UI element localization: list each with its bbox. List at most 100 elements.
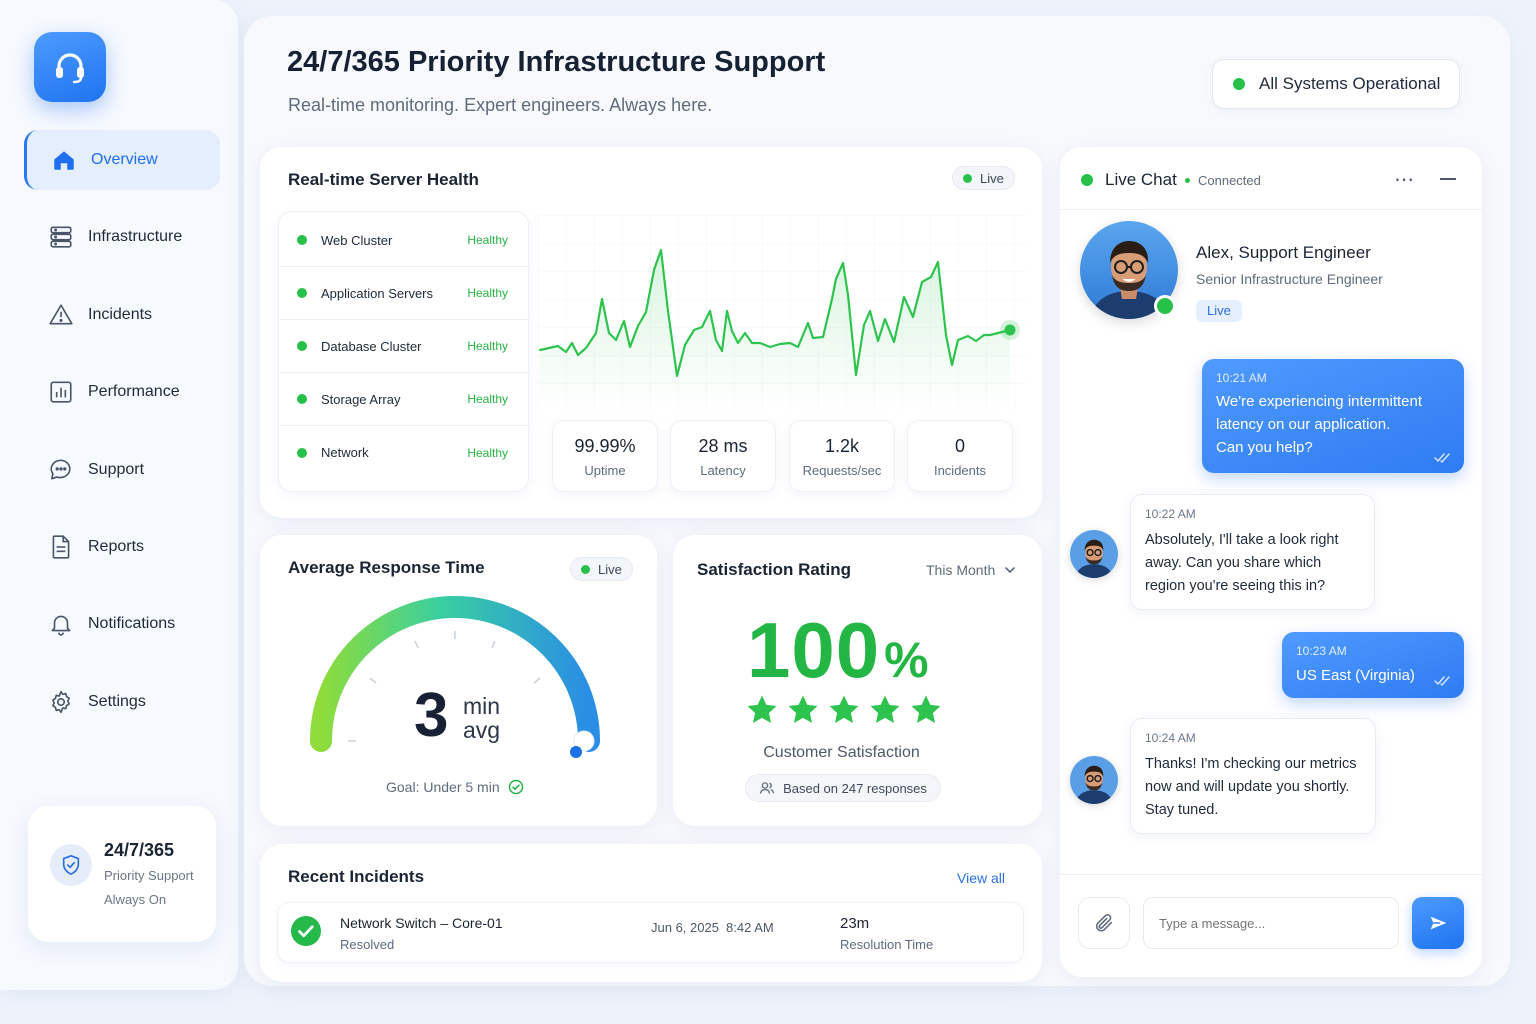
server-health-sparkline xyxy=(538,215,1028,410)
table-row[interactable]: Network Switch – Core-01 Resolved Jun 6,… xyxy=(277,902,1024,963)
sidebar-item-incidents[interactable]: Incidents xyxy=(24,285,220,345)
incident-date: Jun 6, 2025 xyxy=(651,920,719,935)
message-line: Absolutely, I'll take a look right xyxy=(1145,532,1339,548)
satisfaction-number: 100 xyxy=(747,606,881,694)
responses-text: Based on 247 responses xyxy=(783,780,927,796)
message-line: Stay tuned. xyxy=(1145,802,1219,818)
period-select-value: This Month xyxy=(926,562,996,578)
chat-message-incoming: 10:24 AM Thanks! I'm checking our metric… xyxy=(1130,718,1376,834)
message-time: 10:23 AM xyxy=(1296,644,1347,658)
message-input[interactable] xyxy=(1143,897,1399,949)
view-all-link[interactable]: View all xyxy=(957,870,1005,886)
chat-input-divider xyxy=(1060,874,1482,875)
message-line: US East (Virginia) xyxy=(1296,667,1415,684)
healthy-dot-icon xyxy=(297,447,307,458)
sidebar-item-settings[interactable]: Settings xyxy=(24,672,220,732)
server-status: Healthy xyxy=(467,233,508,247)
chat-connection-status: Connected xyxy=(1198,173,1261,188)
send-icon xyxy=(1430,916,1447,930)
message-time: 10:24 AM xyxy=(1145,731,1196,745)
message-line: now and will update you shortly. xyxy=(1145,779,1350,795)
message-line: away. Can you share which xyxy=(1145,555,1322,571)
sidebar-item-infrastructure[interactable]: Infrastructure xyxy=(24,207,220,267)
stat-requests: 1.2k Requests/sec xyxy=(789,420,895,492)
promo-line2: Always On xyxy=(104,892,167,907)
sidebar-item-label: Incidents xyxy=(88,306,153,323)
healthy-dot-icon xyxy=(297,394,307,404)
satisfaction-title: Satisfaction Rating xyxy=(697,560,851,579)
list-item[interactable]: Network Healthy xyxy=(279,426,530,479)
warning-icon xyxy=(49,304,73,325)
agent-avatar-small xyxy=(1070,530,1118,578)
message-line: region you're seeing this in? xyxy=(1145,578,1326,594)
sidebar-item-notifications[interactable]: Notifications xyxy=(24,594,220,654)
sidebar-item-reports[interactable]: Reports xyxy=(24,517,220,577)
system-status-badge[interactable]: All Systems Operational xyxy=(1212,59,1460,109)
agent-live-badge: Live xyxy=(1196,300,1242,322)
users-icon xyxy=(759,782,775,794)
send-button[interactable] xyxy=(1412,897,1464,949)
healthy-dot-icon xyxy=(297,288,307,298)
sidebar-item-overview[interactable]: Overview xyxy=(24,130,220,190)
chat-message-incoming: 10:22 AM Absolutely, I'll take a look ri… xyxy=(1130,494,1375,610)
agent-avatar-small xyxy=(1070,756,1118,804)
page-subtitle: Real-time monitoring. Expert engineers. … xyxy=(288,95,713,115)
live-label: Live xyxy=(598,561,622,577)
server-name: Storage Array xyxy=(321,391,401,407)
server-name: Network xyxy=(321,445,369,460)
list-item[interactable]: Storage Array Healthy xyxy=(279,373,530,426)
agent-online-indicator xyxy=(1154,295,1176,317)
more-options-icon[interactable]: ⋯ xyxy=(1394,167,1415,192)
incident-duration-label: Resolution Time xyxy=(840,937,934,952)
minimize-icon[interactable] xyxy=(1440,178,1456,180)
chat-icon xyxy=(50,459,71,480)
server-status: Healthy xyxy=(467,445,508,460)
chevron-down-icon xyxy=(1005,567,1016,573)
list-item[interactable]: Application Servers Healthy xyxy=(279,267,530,320)
satisfaction-value: 100 % xyxy=(747,610,929,690)
list-item[interactable]: Web Cluster Healthy xyxy=(279,214,530,267)
sidebar-item-label: Reports xyxy=(88,538,145,555)
sidebar-item-performance[interactable]: Performance xyxy=(24,362,220,422)
incident-duration: 23m xyxy=(840,915,870,932)
stat-latency: 28 ms Latency xyxy=(670,420,776,492)
home-icon xyxy=(54,151,74,170)
list-item[interactable]: Database Cluster Healthy xyxy=(279,320,530,373)
goal-text: Goal: Under 5 min xyxy=(386,779,500,795)
document-icon xyxy=(52,535,70,559)
live-dot-icon xyxy=(963,173,972,183)
server-status: Healthy xyxy=(467,339,508,353)
sidebar-item-label: Overview xyxy=(91,151,158,168)
server-name: Application Servers xyxy=(321,285,433,301)
healthy-dot-icon xyxy=(297,341,307,351)
stat-value: 28 ms xyxy=(698,436,748,456)
sidebar-item-label: Support xyxy=(88,461,145,478)
period-select[interactable]: This Month xyxy=(926,562,1017,578)
sidebar-item-label: Performance xyxy=(88,383,180,400)
headset-logo-icon[interactable] xyxy=(34,32,106,102)
stat-value: 99.99% xyxy=(574,436,636,456)
stat-label: Latency xyxy=(700,463,746,478)
stat-label: Requests/sec xyxy=(802,463,882,478)
connected-dot-icon xyxy=(1185,178,1190,183)
live-dot-icon xyxy=(581,564,590,574)
message-line: latency on our application. xyxy=(1216,416,1391,433)
read-receipt-icon xyxy=(1434,676,1450,686)
incident-name: Network Switch – Core-01 xyxy=(340,915,503,931)
star-icon xyxy=(870,695,900,724)
response-time-value: 3 xyxy=(414,681,449,750)
server-name: Database Cluster xyxy=(321,338,422,354)
recent-incidents-title: Recent Incidents xyxy=(288,867,425,886)
check-circle-icon xyxy=(291,916,321,946)
server-health-list: Web Cluster Healthy Application Servers He… xyxy=(278,211,530,492)
priority-support-card: 24/7/365 Priority Support Always On xyxy=(28,806,216,942)
shield-check-icon xyxy=(50,844,92,886)
responses-badge: Based on 247 responses xyxy=(745,774,941,802)
sidebar-item-label: Infrastructure xyxy=(88,228,183,245)
sidebar-item-support[interactable]: Support xyxy=(24,440,220,500)
live-chat-panel: Live Chat Connected ⋯ Alex, Support Engi… xyxy=(1060,147,1482,977)
response-time-title: Average Response Time xyxy=(288,558,485,577)
attach-button[interactable] xyxy=(1078,897,1130,949)
bell-icon xyxy=(51,615,71,636)
star-rating xyxy=(745,693,950,727)
